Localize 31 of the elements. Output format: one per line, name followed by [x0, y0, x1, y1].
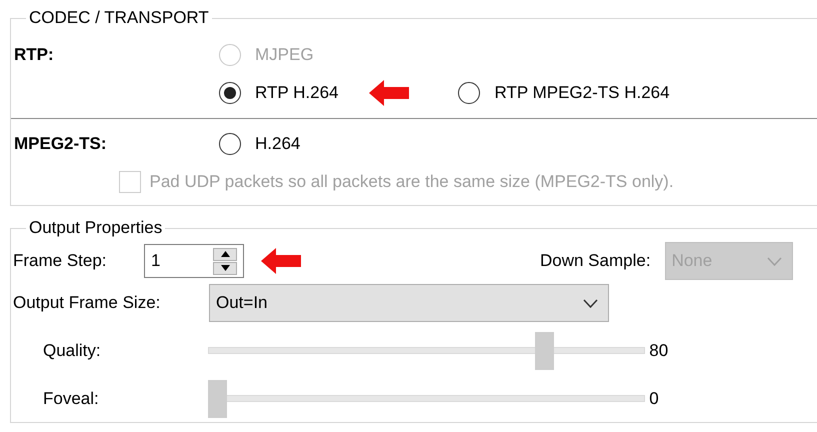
field-label: RTP: — [13, 44, 55, 66]
slider-label: Quality: — [42, 340, 102, 362]
spin-up-button[interactable] — [213, 248, 237, 260]
radio-label[interactable]: RTP H.264 — [255, 80, 338, 106]
radio-label[interactable]: H.264 — [255, 131, 300, 157]
slider-value: 0 — [649, 388, 659, 410]
slider-thumb[interactable] — [208, 380, 227, 418]
slider-value: 80 — [649, 340, 668, 362]
slider-track[interactable] — [208, 332, 645, 370]
group-title: Output Properties — [28, 218, 164, 238]
group-title: CODEC / TRANSPORT — [28, 8, 210, 28]
arrow-icon — [261, 248, 301, 274]
slider-track[interactable] — [208, 380, 645, 418]
spin-down-button[interactable] — [213, 262, 237, 274]
field-label: Output Frame Size: — [13, 292, 162, 314]
dropdown[interactable]: Out=In — [209, 284, 609, 322]
radio-button[interactable] — [219, 133, 241, 155]
chevron-icon — [583, 298, 598, 308]
field-label: Down Sample: — [540, 250, 651, 272]
arrow-icon — [369, 80, 410, 106]
radio-button[interactable] — [458, 82, 480, 104]
down-icon — [220, 265, 230, 271]
chevron-icon — [766, 256, 782, 266]
slider-thumb[interactable] — [535, 332, 554, 370]
up-icon — [220, 251, 230, 257]
radio-button[interactable] — [219, 82, 241, 104]
field-label: Frame Step: — [13, 250, 108, 272]
radio-label[interactable]: RTP MPEG2-TS H.264 — [494, 80, 670, 106]
spin-box[interactable]: 1 — [144, 244, 244, 278]
slider-label: Foveal: — [42, 388, 100, 410]
field-label: MPEG2-TS: — [13, 133, 108, 156]
